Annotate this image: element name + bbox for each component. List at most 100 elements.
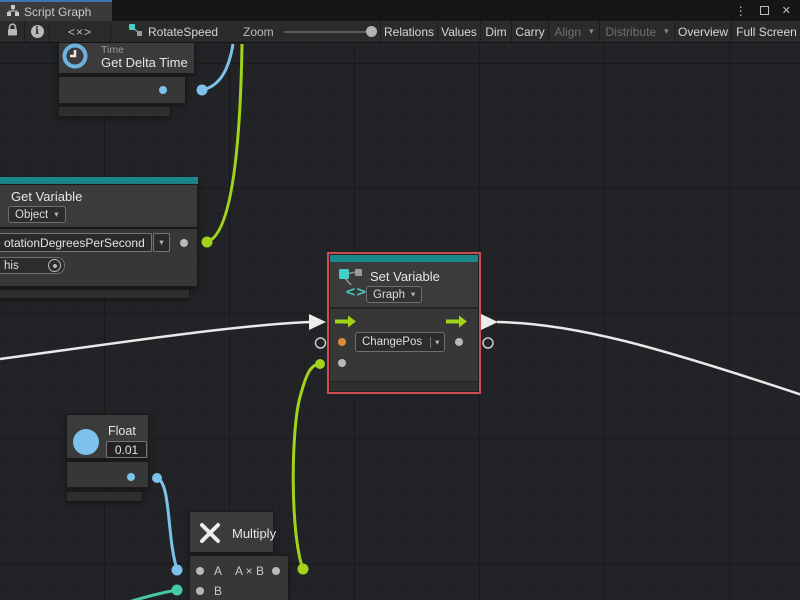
connection-float-to-multiply[interactable] [157,478,177,569]
delta-time-output-port[interactable] [159,86,167,94]
chevron-down-icon: ▾ [411,289,415,300]
connection-endpoint [298,564,309,575]
variable-name-dropdown-button[interactable]: ▾ [153,233,170,252]
tab-title: Script Graph [24,5,91,19]
zoom-slider[interactable] [284,31,372,33]
port-result-label: A × B [235,564,264,578]
port-a-label: A [214,564,222,578]
relations-button[interactable]: Relations [380,21,437,42]
divider [430,337,431,348]
maximize-icon[interactable] [760,6,769,15]
node-float-footer [66,491,143,502]
value-input-port[interactable] [338,359,346,367]
info-icon: i [31,25,44,38]
window-menu-icon[interactable]: ⋮ [735,4,747,18]
tab-strip: Script Graph ⋮ ✕ [0,0,800,21]
chevron-down-icon: ▾ [159,237,163,248]
code-view-button[interactable]: <×> [50,21,111,42]
node-float[interactable]: Float 0.01 [66,414,149,459]
chevron-down-icon: ▾ [664,26,669,37]
variable-name-value: otationDegreesPerSecond [4,236,145,250]
zoom-label: Zoom [243,25,274,39]
fullscreen-label: Full Screen [736,25,797,39]
distribute-dropdown-button[interactable]: Distribute ▾ [599,21,674,42]
tab-script-graph[interactable]: Script Graph [0,0,112,21]
variable-target-field[interactable]: his [0,257,65,274]
window-controls: ⋮ ✕ [735,0,800,21]
graph-toolbar: i <×> RotateSpeed Zoom 1x Relations Valu… [0,21,800,43]
graph-name-label: RotateSpeed [148,25,218,39]
time-clock-icon [61,43,89,75]
node-get-delta-time-footer [58,106,171,117]
object-picker-icon[interactable] [48,259,61,272]
unity-visual-scripting-window: Script Graph ⋮ ✕ i <×> [0,0,800,600]
node-get-variable-body[interactable]: otationDegreesPerSecond ▾ his [0,228,198,287]
node-get-delta-time-body[interactable] [58,76,186,104]
float-value: 0.01 [115,443,138,457]
code-brackets-icon: <×> [68,25,92,39]
connection-endpoint [197,85,208,96]
distribute-label: Distribute [605,25,656,39]
multiply-a-input-port[interactable] [196,567,204,575]
connection-white-in[interactable] [0,322,310,359]
float-output-port[interactable] [127,473,135,481]
flow-input-port[interactable] [335,315,357,328]
dim-label: Dim [485,25,506,39]
flow-output-port[interactable] [446,315,468,328]
close-icon[interactable]: ✕ [782,4,791,17]
fullscreen-button[interactable]: Full Screen [731,21,800,42]
value-output-port[interactable] [455,338,463,346]
connection-getvariable-up[interactable] [207,44,242,242]
overview-button[interactable]: Overview [674,21,731,42]
variable-name-field[interactable]: otationDegreesPerSecond [0,233,152,252]
connection-endpoint [152,473,162,483]
values-button[interactable]: Values [437,21,480,42]
graph-asset-icon [129,24,142,39]
connection-endpoint [202,237,213,248]
relations-label: Relations [384,25,434,39]
variable-scope-dropdown[interactable]: Graph▾ [366,286,422,303]
node-set-variable-titlebar [330,255,478,262]
node-get-variable[interactable]: Get Variable Object▾ [0,184,198,228]
hollow-port-ring-right [483,338,493,348]
float-value-field[interactable]: 0.01 [106,441,147,458]
node-float-body[interactable] [66,461,149,488]
graph-canvas[interactable]: Time Get Delta Time Get Variable Object▾… [0,43,800,600]
zoom-control: Zoom 1x [233,21,380,42]
target-value: his [4,260,19,272]
float-icon [73,429,99,455]
node-title: Get Delta Time [101,55,188,70]
multiply-b-input-port[interactable] [196,587,204,595]
variable-name-input-port[interactable] [338,338,346,346]
node-multiply-body[interactable]: A A × B B [189,555,289,600]
node-get-delta-time[interactable]: Time Get Delta Time [58,43,195,74]
info-button[interactable]: i [25,21,50,42]
variable-name-dropdown[interactable]: ChangePos ▾ [355,332,445,352]
dim-button[interactable]: Dim [480,21,511,42]
connection-white-out[interactable] [497,322,800,395]
white-arrow-right [481,314,498,330]
connection-teal-to-multiply-b[interactable] [128,590,177,600]
lock-button[interactable] [0,21,25,42]
connection-delta-time-up[interactable] [202,44,233,90]
white-arrow-left [309,314,326,330]
node-set-variable-selected[interactable]: <> Set Variable Graph▾ ChangePos ▾ [327,252,481,394]
variable-scope-dropdown[interactable]: Object▾ [8,206,66,223]
node-set-variable-header: <> Set Variable Graph▾ [330,262,478,308]
node-set-variable-footer [330,381,478,391]
node-set-variable[interactable]: <> Set Variable Graph▾ ChangePos ▾ [330,255,478,391]
multiply-result-output-port[interactable] [272,567,280,575]
get-variable-output-port[interactable] [180,239,188,247]
connection-endpoint [172,585,183,596]
align-dropdown-button[interactable]: Align▾ [548,21,599,42]
script-graph-icon [7,3,19,21]
svg-text:<>: <> [345,285,366,298]
connection-multiply-to-setvariable[interactable] [293,364,319,569]
carry-button[interactable]: Carry [511,21,548,42]
set-variable-graph-icon: <> [338,266,366,303]
toolbar-left: i <×> RotateSpeed Zoom 1x [0,21,380,42]
zoom-slider-handle[interactable] [366,26,377,37]
node-multiply[interactable]: Multiply [189,511,274,553]
graph-breadcrumb[interactable]: RotateSpeed [111,21,233,42]
overview-label: Overview [678,25,728,39]
